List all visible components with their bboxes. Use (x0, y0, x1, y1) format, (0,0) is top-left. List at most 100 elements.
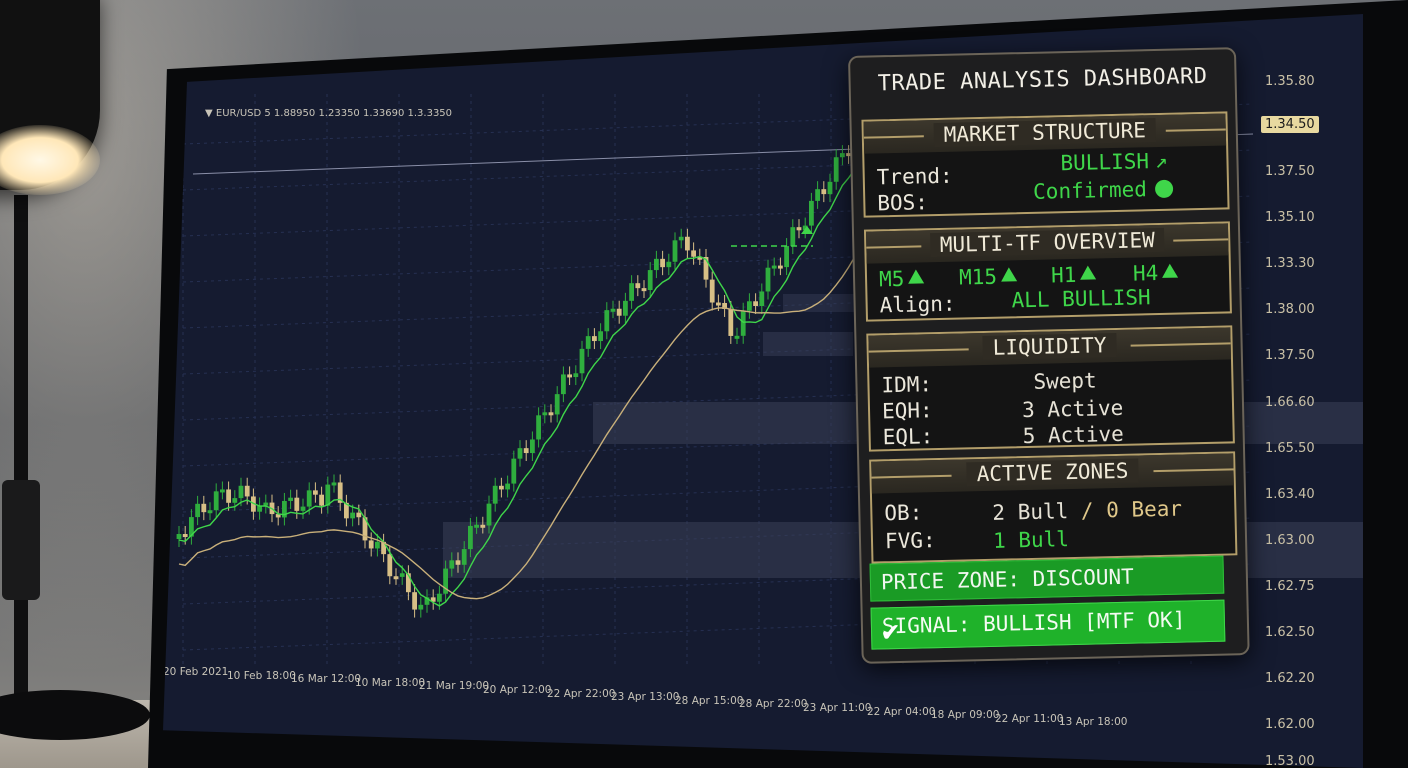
candle-body (641, 288, 647, 292)
candle-body (300, 506, 306, 511)
candle-body (387, 554, 393, 577)
price-tick-label: 1.65.50 (1265, 441, 1315, 456)
fvg-label: FVG: (884, 528, 936, 554)
idm-value: Swept (1033, 368, 1097, 394)
fvg-zone (783, 294, 863, 312)
time-tick-label: 10 Feb 18:00 (227, 669, 296, 682)
candle-body (356, 512, 362, 518)
price-tick-label: 1.34.50 (1261, 116, 1319, 133)
time-tick-label: 22 Apr 11:00 (995, 712, 1064, 725)
tf-m15: M15 (958, 264, 1018, 290)
candle-body (474, 524, 479, 528)
candle-body (666, 261, 672, 268)
price-tick-label: 1.62.20 (1265, 671, 1315, 686)
candle-body (220, 489, 225, 493)
candle-body (375, 541, 380, 549)
candle-body (182, 534, 188, 537)
tf-m15-label: M15 (958, 264, 998, 290)
candle-body (753, 301, 758, 306)
trend-value-text: BULLISH (1060, 149, 1150, 176)
bos-value: Confirmed (1032, 177, 1174, 204)
candle-body (325, 484, 331, 506)
candle-body (765, 267, 771, 292)
candle-body (412, 592, 417, 610)
header-rule (866, 245, 922, 249)
market-structure-header: MARKET STRUCTURE (863, 113, 1227, 154)
time-tick-label: 13 Apr 18:00 (1059, 716, 1128, 729)
time-tick-label: 10 Mar 18:00 (355, 676, 426, 689)
multi-tf-header: MULTI-TF OVERVIEW (865, 223, 1229, 264)
bos-label: BOS: (877, 190, 929, 216)
candle-body (368, 540, 374, 549)
candle-body (437, 593, 442, 602)
dashboard-title: TRADE ANALYSIS DASHBOARD (877, 63, 1208, 97)
candle-body (815, 189, 820, 201)
time-axis[interactable]: 20 Feb 2021 10 Feb 18:00 16 Mar 12:00 10 Ma… (163, 664, 1263, 728)
bos-value-text: Confirmed (1032, 177, 1148, 204)
candle-body (660, 258, 665, 268)
candle-body (486, 503, 492, 526)
candle-body (654, 258, 659, 271)
price-tick-label: 1.35.80 (1265, 74, 1315, 89)
candle-body (319, 494, 324, 506)
time-tick-label: 28 Apr 22:00 (739, 698, 808, 711)
time-tick-label: 23 Apr 13:00 (611, 691, 680, 704)
candle-body (499, 485, 504, 490)
idm-label: IDM: (881, 372, 933, 398)
candle-body (461, 549, 467, 565)
signal-banner: SIGNAL: BULLISH [MTF OK] ✔ (870, 599, 1226, 650)
arrow-up-right-icon: ↗ (1154, 148, 1168, 174)
candle-body (623, 300, 628, 316)
time-tick-label: 18 Apr 09:00 (931, 709, 1000, 722)
tf-h1-label: H1 (1050, 262, 1077, 288)
ob-separator: / (1080, 498, 1094, 523)
price-tick-label: 1.62.00 (1265, 717, 1315, 732)
candle-body (579, 348, 585, 374)
candle-body (350, 512, 355, 519)
price-tick-label: 1.37.50 (1265, 348, 1315, 363)
candle-body (796, 227, 802, 231)
triangle-up-icon (908, 269, 925, 284)
candle-body (604, 310, 610, 332)
tf-h4-label: H4 (1132, 261, 1159, 286)
candle-body (567, 374, 572, 378)
time-tick-label: 22 Apr 04:00 (867, 705, 936, 718)
candle-body (734, 335, 740, 339)
price-tick-label: 1.33.30 (1265, 256, 1315, 271)
candle-body (678, 236, 684, 241)
candle-body (393, 576, 399, 580)
price-axis[interactable]: 1.35.80 1.34.50 1.37.50 1.35.10 1.33.30 1.38.… (1253, 14, 1363, 768)
candle-body (226, 489, 231, 503)
triangle-up-icon (1162, 263, 1179, 278)
candle-body (331, 482, 337, 486)
time-tick-label: 21 Mar 19:00 (419, 680, 490, 693)
candle-body (573, 373, 579, 378)
align-value: ALL BULLISH (1011, 285, 1151, 313)
candle-body (294, 497, 300, 511)
eql-label: EQL: (882, 424, 934, 450)
candle-body (313, 490, 318, 495)
candle-body (263, 502, 269, 506)
liquidity-header: LIQUIDITY (868, 327, 1231, 368)
checkmark-icon: ✔ (881, 613, 900, 648)
trade-analysis-dashboard: TRADE ANALYSIS DASHBOARD MARKET STRUCTUR… (848, 47, 1250, 664)
multi-tf-section: MULTI-TF OVERVIEW M5 M15 H1 H4 Align: AL… (863, 221, 1232, 322)
price-tick-label: 1.38.00 (1265, 302, 1315, 317)
candle-body (827, 181, 833, 195)
active-zones-section: ACTIVE ZONES OB: 2 Bull / 0 Bear FVG: 1 … (869, 451, 1238, 564)
candle-body (449, 560, 455, 569)
header-rule (1173, 238, 1229, 242)
candle-body (747, 301, 752, 311)
ob-bear-count: 0 Bear (1105, 496, 1183, 523)
tf-m5-label: M5 (878, 266, 905, 292)
active-zones-title: ACTIVE ZONES (966, 458, 1139, 487)
candle-body (399, 573, 405, 577)
triangle-up-icon (1080, 265, 1097, 280)
candle-body (548, 412, 554, 416)
symbol-info-line[interactable]: ▼ EUR/USD 5 1.88950 1.23350 1.33690 1.3.… (205, 108, 452, 119)
trend-value: BULLISH ↗ (1060, 149, 1168, 175)
candle-body (505, 483, 510, 490)
candle-body (840, 153, 845, 158)
triangle-up-icon (1000, 267, 1018, 282)
candle-body (207, 510, 213, 514)
